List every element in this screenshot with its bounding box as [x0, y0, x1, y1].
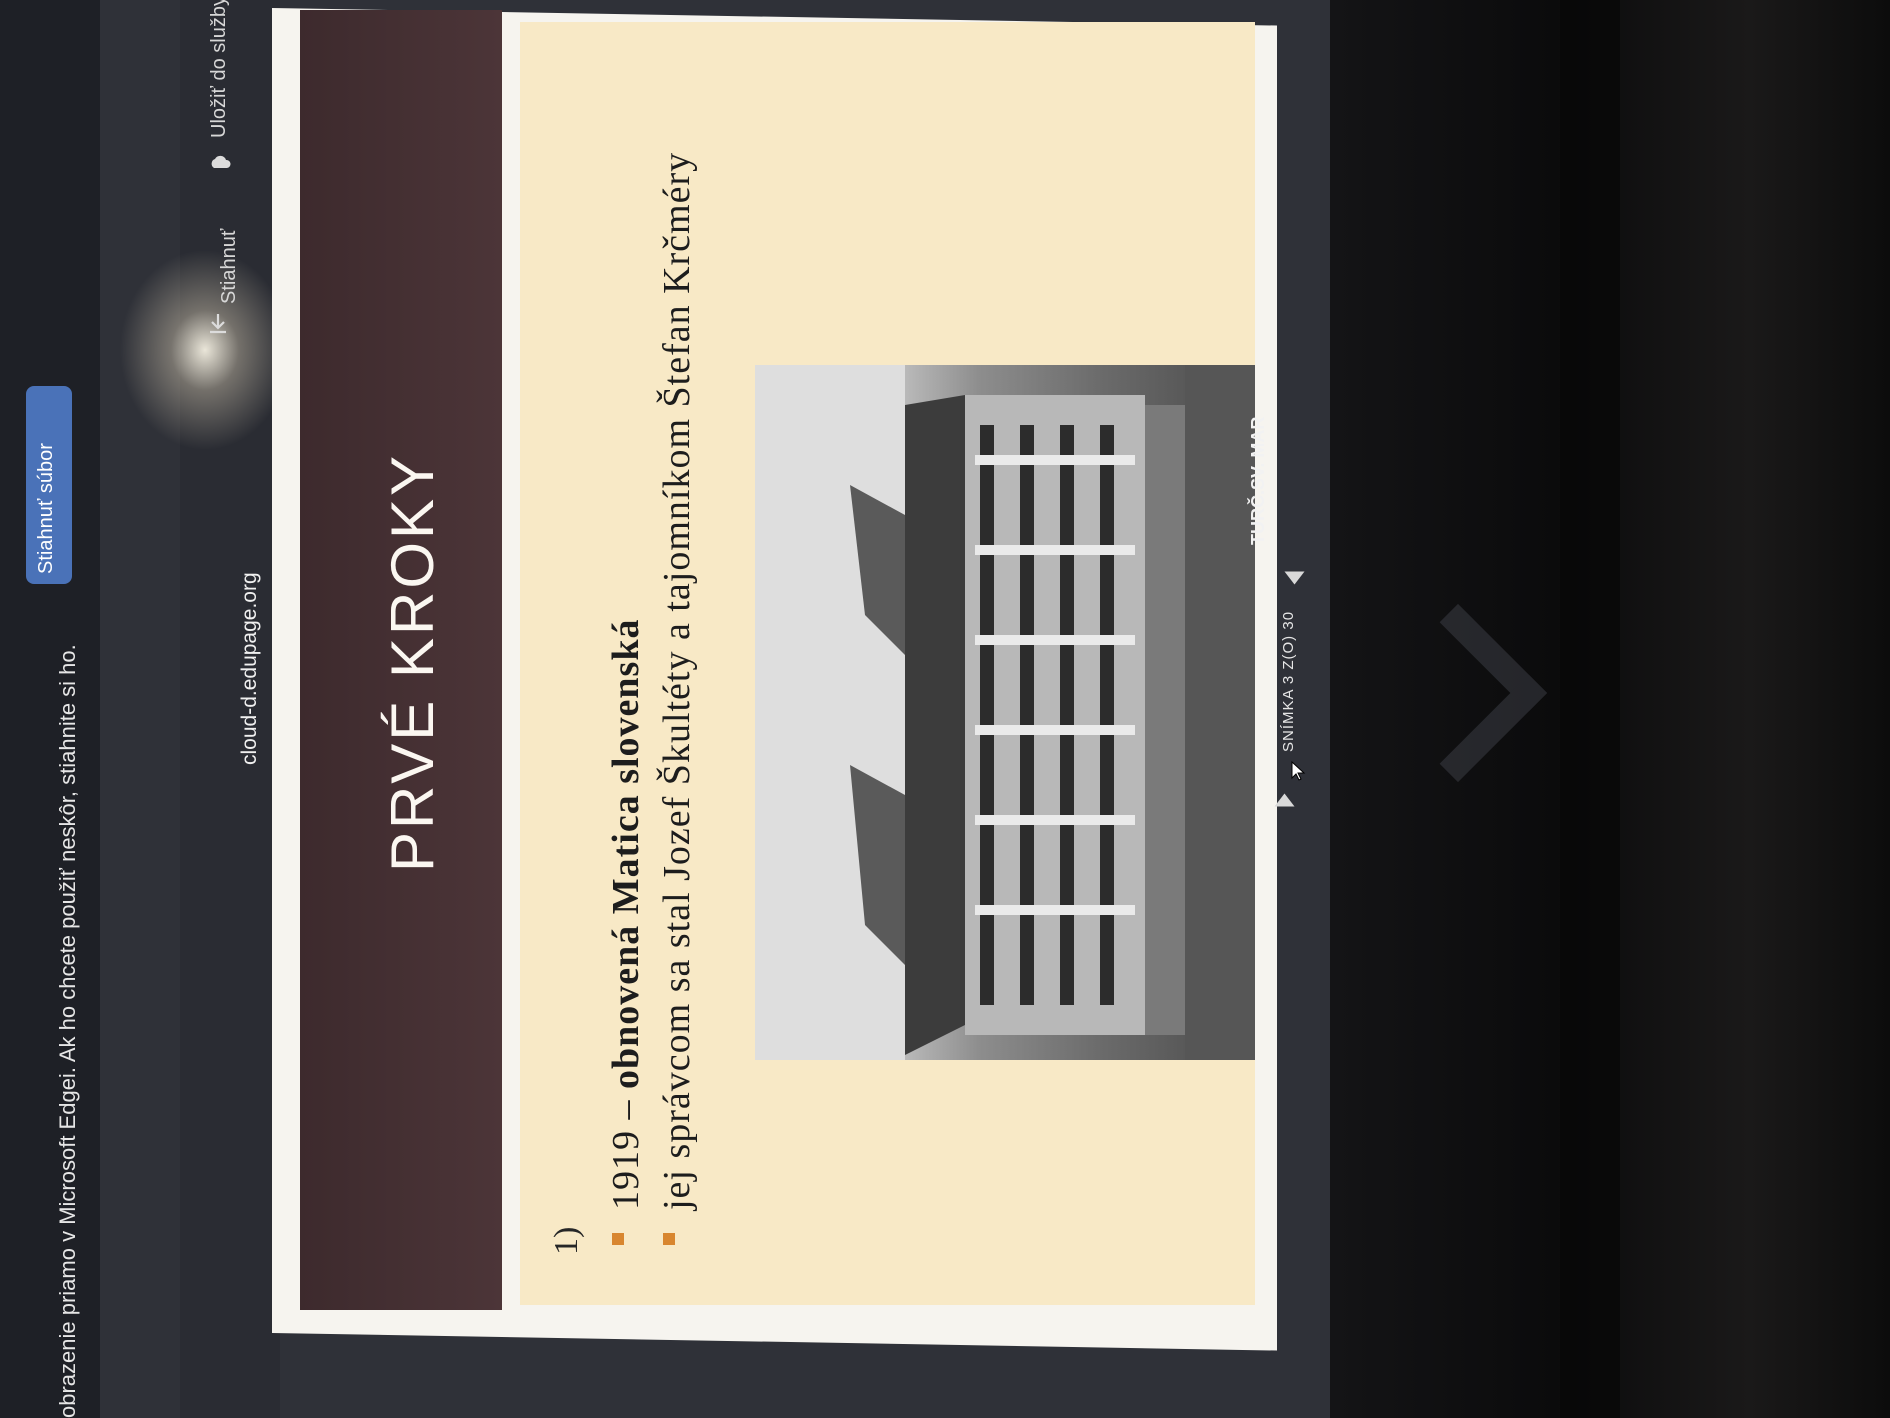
viewer-toolbar — [180, 0, 280, 1418]
cloud-icon[interactable] — [208, 150, 234, 176]
document-domain: cloud-d.edupage.org — [238, 572, 261, 765]
download-file-button-label: Stiahnuť súbor — [35, 443, 57, 574]
download-link[interactable]: Stiahnuť — [218, 229, 241, 304]
notification-message: obrazenie priamo v Microsoft Edgei. Ak h… — [55, 644, 80, 1418]
screen: obrazenie priamo v Microsoft Edgei. Ak h… — [0, 0, 1330, 1418]
building-photo — [755, 365, 1255, 1060]
notification-bar: obrazenie priamo v Microsoft Edgei. Ak h… — [0, 0, 100, 1418]
monitor-bezel — [1330, 0, 1890, 1418]
slide-counter: SNÍMKA 3 Z(O) 30 — [1280, 610, 1297, 752]
bullet-marker — [663, 1233, 675, 1245]
download-icon[interactable] — [205, 310, 231, 336]
cursor-icon — [1291, 760, 1306, 781]
photo-caption: TURČ.SV. MAR — [1248, 416, 1268, 545]
bullet-item-1: 1919 – obnovená Matica slovenská — [604, 619, 648, 1210]
bullet-1-text: obnovená Matica slovenská — [605, 618, 647, 1089]
bezel-chevron-icon — [1368, 603, 1548, 783]
bullet-item-2: jej správcom sa stal Jozef Škultéty a ta… — [656, 151, 698, 1210]
bezel-shadow — [1560, 0, 1620, 1418]
screen-glare — [120, 250, 290, 450]
save-to-cloud-link[interactable]: Uložiť do služby — [208, 0, 231, 138]
bullet-marker — [612, 1233, 624, 1245]
building-illustration — [755, 365, 1255, 1060]
slide-number-label: 1) — [548, 1226, 585, 1255]
download-file-button[interactable]: Stiahnuť súbor — [26, 386, 72, 584]
prev-arrow-icon[interactable] — [1274, 793, 1295, 807]
bullet-1-dash: – — [605, 1089, 647, 1130]
slide-title: PRVÉ KROKY — [379, 452, 446, 872]
next-arrow-icon[interactable] — [1284, 571, 1305, 585]
bullet-1-year: 1919 — [605, 1130, 647, 1210]
